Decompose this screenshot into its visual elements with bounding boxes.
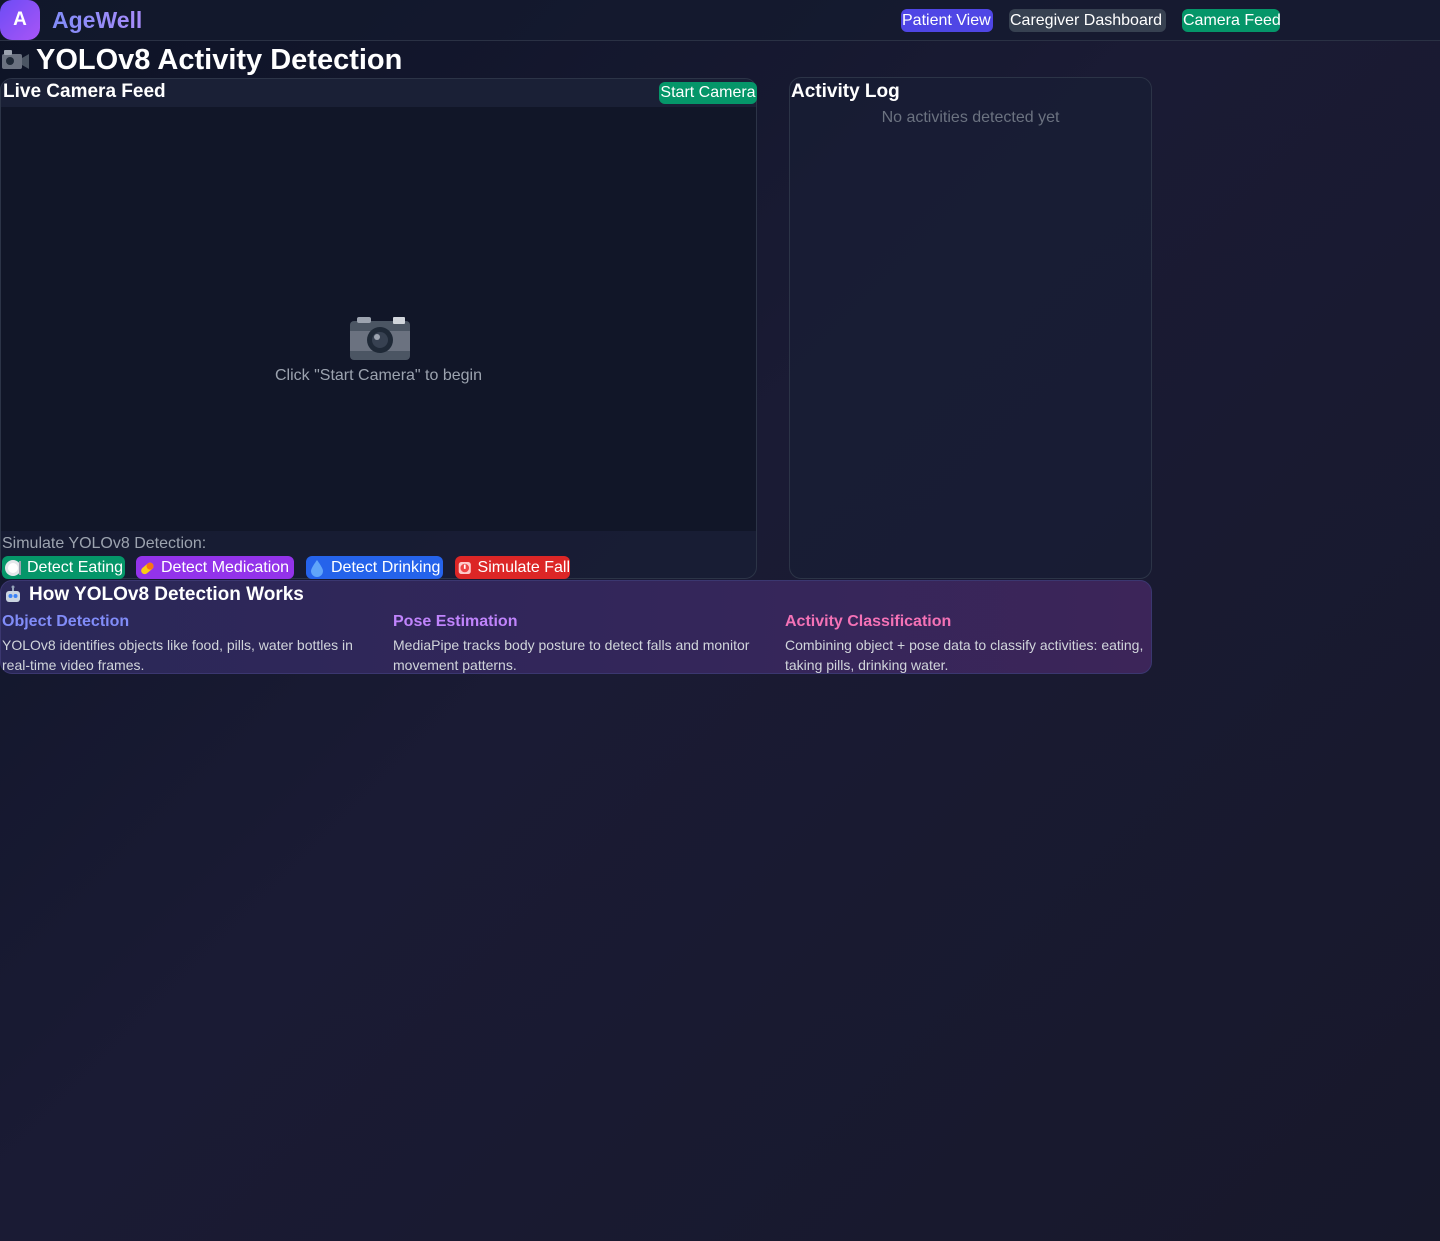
page-title: YOLOv8 Activity Detection [36, 43, 403, 76]
simulate-fall-button[interactable]: Simulate Fall [455, 556, 570, 579]
feed-title: Live Camera Feed [3, 81, 166, 102]
feed-header: Live Camera Feed Start Camera [1, 79, 757, 107]
page-title-row: YOLOv8 Activity Detection [0, 43, 402, 77]
activity-log-empty-text: No activities detected yet [881, 109, 1060, 126]
video-camera-icon [2, 50, 29, 69]
how-it-works-panel: How YOLOv8 Detection Works Object Detect… [0, 580, 1152, 674]
simulate-label: Simulate YOLOv8 Detection: [2, 535, 207, 552]
activity-classification-column: Activity Classification Combining object… [785, 613, 1165, 675]
column-heading: Object Detection [2, 613, 130, 630]
camera-icon [350, 317, 410, 360]
pose-estimation-column: Pose Estimation MediaPipe tracks body po… [393, 613, 773, 675]
feed-hint-text: Click "Start Camera" to begin [275, 367, 482, 384]
activity-log-title: Activity Log [791, 81, 900, 102]
app-logo[interactable]: A [0, 0, 40, 40]
column-text: MediaPipe tracks body posture to detect … [393, 637, 750, 673]
pill-icon [141, 562, 154, 574]
app-name[interactable]: AgeWell [52, 7, 142, 34]
column-heading: Pose Estimation [393, 613, 518, 630]
detect-drinking-button[interactable]: Detect Drinking [306, 556, 443, 579]
detect-medication-button[interactable]: Detect Medication [136, 556, 294, 579]
simulate-fall-label: Simulate Fall [477, 559, 570, 576]
activity-log-panel: Activity Log No activities detected yet [789, 77, 1152, 579]
alarm-icon [458, 561, 471, 574]
how-it-works-title-row: How YOLOv8 Detection Works [3, 584, 304, 606]
nav-caregiver-dashboard-button[interactable]: Caregiver Dashboard [1009, 9, 1166, 32]
logo-letter: A [13, 9, 27, 30]
video-area: Click "Start Camera" to begin [1, 107, 756, 531]
plate-icon [5, 559, 21, 576]
detect-eating-button[interactable]: Detect Eating [2, 556, 125, 579]
detect-drinking-label: Detect Drinking [331, 559, 441, 576]
column-text: YOLOv8 identifies objects like food, pil… [2, 637, 353, 673]
robot-icon [6, 585, 20, 602]
object-detection-column: Object Detection YOLOv8 identifies objec… [2, 613, 382, 675]
droplet-icon [311, 559, 323, 577]
nav-camera-feed-button[interactable]: Camera Feed [1182, 9, 1281, 32]
camera-feed-panel: Live Camera Feed Start Camera Click "Sta… [0, 78, 757, 579]
column-heading: Activity Classification [785, 613, 952, 630]
how-it-works-title: How YOLOv8 Detection Works [29, 584, 304, 605]
detect-eating-label: Detect Eating [27, 559, 124, 576]
top-navbar: A AgeWell Patient View Caregiver Dashboa… [0, 0, 1440, 41]
nav-patient-view-button[interactable]: Patient View [901, 9, 993, 32]
column-text: Combining object + pose data to classify… [785, 637, 1144, 673]
detect-medication-label: Detect Medication [161, 559, 290, 576]
start-camera-button[interactable]: Start Camera [659, 82, 757, 104]
